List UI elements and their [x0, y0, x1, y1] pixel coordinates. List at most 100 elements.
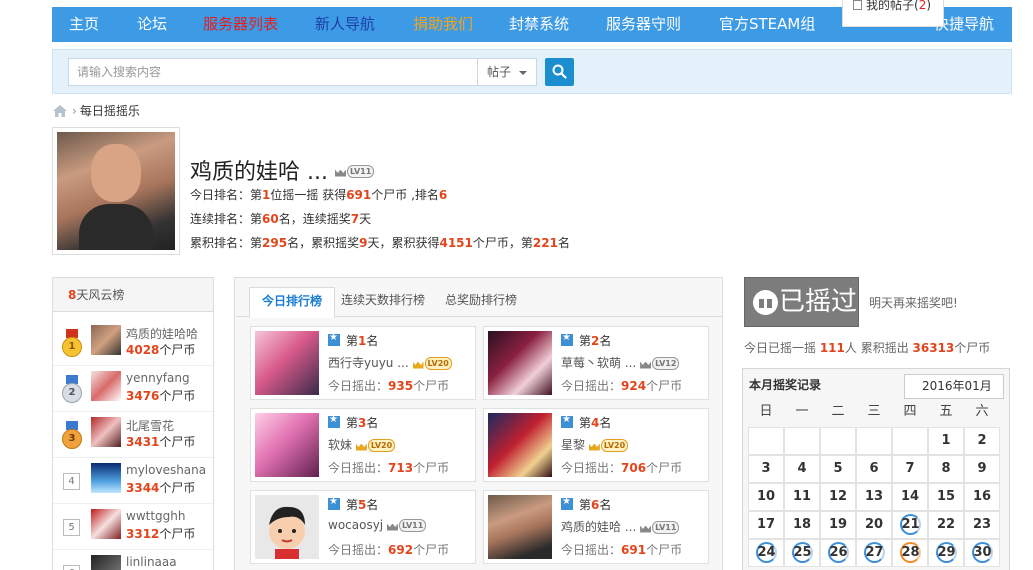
user-thumbnail[interactable] — [91, 417, 121, 447]
calendar-day: 28 — [892, 539, 928, 567]
rank-card: 第6名 鸡质的娃哈 ... LV11 今日摇出：691个尸币 — [483, 490, 709, 564]
nav-server-list[interactable]: 服务器列表 — [203, 7, 278, 42]
user-thumbnail[interactable] — [91, 371, 121, 401]
nav-server-rules[interactable]: 服务器守则 — [606, 7, 681, 42]
rank-flag-icon — [561, 496, 573, 510]
rank-flag-icon — [561, 332, 573, 346]
calendar-day: 10 — [748, 483, 784, 511]
calendar-day: 12 — [820, 483, 856, 511]
calendar-month-select[interactable]: 2016年01月 — [904, 374, 1004, 399]
nav-forum[interactable]: 论坛 — [137, 7, 167, 42]
rank-card-name[interactable]: 星黎 — [561, 438, 585, 452]
calendar-day — [820, 427, 856, 455]
calendar-day: 3 — [748, 455, 784, 483]
calendar-day: 19 — [820, 511, 856, 539]
calendar-day: 20 — [856, 511, 892, 539]
leaderboard-row[interactable]: 3 北尾雪花 3431个尸币 — [53, 412, 213, 458]
silver-medal-icon: 2 — [61, 375, 83, 405]
my-posts-link[interactable]: 我的帖子(2) — [842, 0, 944, 27]
tab-today-ranking[interactable]: 今日排行榜 — [249, 287, 336, 318]
calendar-title: 本月摇奖记录 — [749, 378, 822, 392]
breadcrumb: › 每日摇摇乐 — [52, 102, 140, 120]
crown-icon — [640, 359, 651, 369]
nav-newbie-guide[interactable]: 新人导航 — [315, 7, 375, 42]
home-icon[interactable] — [52, 104, 68, 123]
calendar-day: 29 — [928, 539, 964, 567]
user-thumbnail[interactable] — [488, 413, 552, 477]
nav-donate[interactable]: 捐助我们 — [413, 7, 473, 42]
profile-name-row: 鸡质的娃哈 ... LV11 — [190, 154, 375, 186]
calendar-day: 23 — [964, 511, 1000, 539]
user-thumbnail[interactable] — [91, 509, 121, 539]
calendar-day: 2 — [964, 427, 1000, 455]
rank-card-name[interactable]: 鸡质的娃哈 ... — [561, 520, 636, 534]
leaderboard-name[interactable]: yennyfang — [126, 371, 190, 385]
rank-card-name[interactable]: wocaosyj — [328, 518, 383, 532]
crown-icon — [640, 523, 651, 533]
nav-home[interactable]: 主页 — [69, 7, 99, 42]
wind-leaderboard: 8天风云榜 1 鸡质的娃哈哈 4028个尸币 2 yennyfang 3476个… — [52, 277, 214, 570]
shaken-day-marker-icon: 27 — [863, 542, 885, 563]
rank-card-name[interactable]: 草莓丶软萌 ... — [561, 356, 636, 370]
search-button[interactable] — [545, 58, 574, 86]
tab-streak-ranking[interactable]: 连续天数排行榜 — [329, 287, 437, 317]
leaderboard-row[interactable]: 6 linlinaaa — [53, 550, 213, 570]
user-thumbnail[interactable] — [91, 325, 121, 355]
user-thumbnail[interactable] — [91, 463, 121, 493]
come-back-tomorrow-text: 明天再来摇奖吧! — [869, 296, 958, 310]
user-thumbnail[interactable] — [91, 555, 121, 570]
crown-icon — [356, 441, 367, 451]
breadcrumb-separator: › — [72, 104, 77, 118]
leaderboard-name[interactable]: myloveshana — [126, 463, 206, 477]
shaken-day-marker-icon: 25 — [791, 542, 813, 563]
leaderboard-row[interactable]: 2 yennyfang 3476个尸币 — [53, 366, 213, 412]
level-badge: LV11 — [652, 521, 680, 534]
calendar-day: 25 — [784, 539, 820, 567]
calendar-day: 27 — [856, 539, 892, 567]
user-thumbnail[interactable] — [255, 331, 319, 395]
shaken-day-marker-icon: 26 — [827, 542, 849, 563]
rank-flag-icon — [328, 414, 340, 428]
calendar-weekday: 三 — [856, 399, 892, 427]
nav-steam-group[interactable]: 官方STEAM组 — [719, 7, 815, 42]
user-thumbnail[interactable] — [488, 495, 552, 559]
user-thumbnail[interactable] — [255, 495, 319, 559]
calendar-day: 30 — [964, 539, 1000, 567]
calendar-day — [856, 427, 892, 455]
leaderboard-name[interactable]: wwttgghh — [126, 509, 185, 523]
leaderboard-row[interactable]: 4 myloveshana 3344个尸币 — [53, 458, 213, 504]
leaderboard-name[interactable]: linlinaaa — [126, 555, 177, 569]
calendar-day: 4 — [784, 455, 820, 483]
document-icon — [853, 0, 862, 10]
leaderboard-name[interactable]: 鸡质的娃哈哈 — [126, 325, 198, 342]
cartoon-face-icon — [269, 506, 305, 559]
rank-card-name[interactable]: 西行寺yuyu ... — [328, 356, 409, 370]
streak-rank-line: 连续排名：第60名，连续摇奖7天 — [190, 212, 372, 226]
rank-flag-icon — [561, 414, 573, 428]
nav-ban-system[interactable]: 封禁系统 — [509, 7, 569, 42]
shaken-day-marker-icon: 21 — [899, 514, 921, 535]
level-badge: LV20 — [424, 357, 452, 370]
search-scope-select[interactable]: 帖子 — [477, 58, 537, 86]
calendar-day — [892, 427, 928, 455]
ranking-tabs: 今日排行榜 连续天数排行榜 总奖励排行榜 — [236, 287, 722, 318]
avatar — [52, 127, 180, 255]
rank-card-name[interactable]: 软妹 — [328, 438, 352, 452]
shake-button[interactable]: 已摇过 — [744, 277, 859, 327]
leaderboard-row[interactable]: 5 wwttgghh 3312个尸币 — [53, 504, 213, 550]
leaderboard-name[interactable]: 北尾雪花 — [126, 417, 174, 434]
calendar-day: 9 — [964, 455, 1000, 483]
today-shake-summary: 今日已摇一摇 111人 累积摇出 36313个尸币 — [744, 341, 991, 355]
crown-icon — [413, 359, 424, 369]
user-thumbnail[interactable] — [255, 413, 319, 477]
user-thumbnail[interactable] — [488, 331, 552, 395]
search-icon — [552, 64, 567, 79]
leaderboard-title: 8天风云榜 — [53, 278, 213, 312]
search-scope-value: 帖子 — [487, 65, 512, 79]
calendar-weekday: 六 — [964, 399, 1000, 427]
leaderboard-row[interactable]: 1 鸡质的娃哈哈 4028个尸币 — [53, 320, 213, 366]
search-input[interactable]: 请输入搜索内容 — [68, 58, 478, 86]
today-rank-line: 今日排名：第1位摇一摇 获得691个尸币 ,排名6 — [190, 188, 448, 202]
tab-total-reward-ranking[interactable]: 总奖励排行榜 — [433, 287, 529, 317]
rank-card: 第1名 西行寺yuyu ... LV20 今日摇出：935个尸币 — [250, 326, 476, 400]
